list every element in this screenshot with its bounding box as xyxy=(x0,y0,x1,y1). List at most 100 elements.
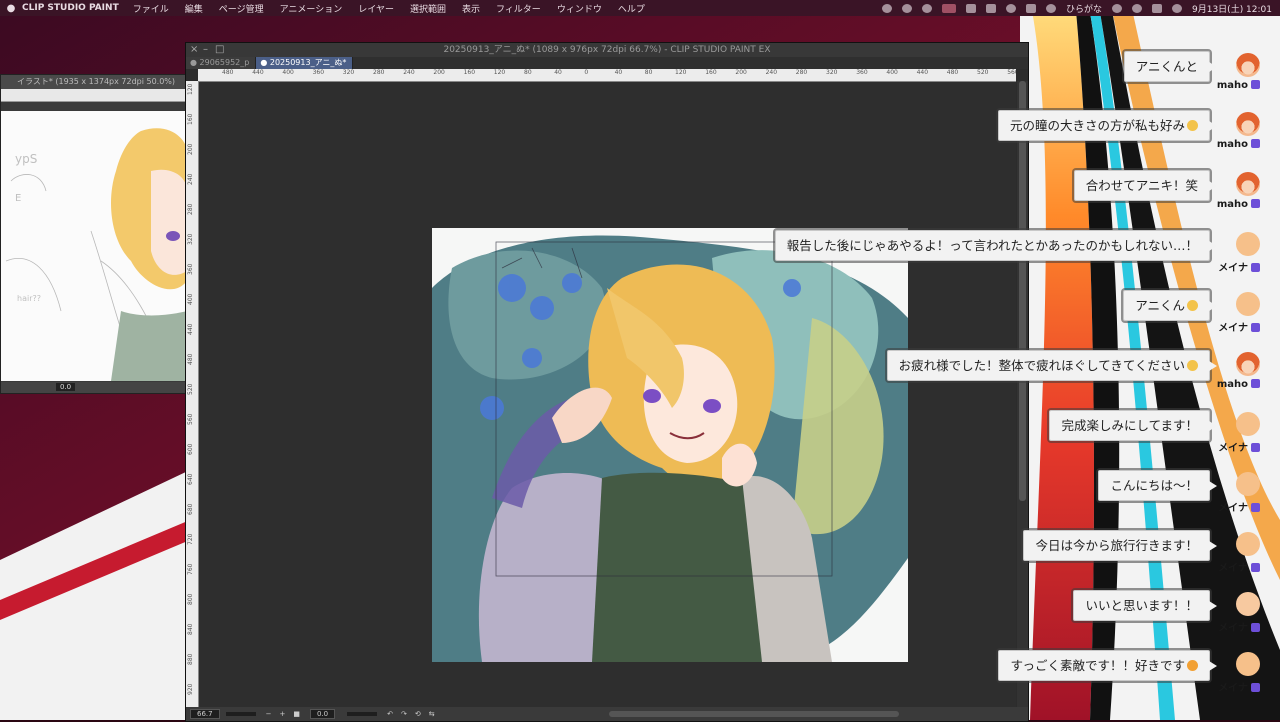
user-avatar[interactable] xyxy=(1236,292,1260,316)
vertical-scroll-thumb[interactable] xyxy=(1019,81,1026,501)
zoom-slider[interactable] xyxy=(225,712,256,716)
fit-icon[interactable]: ■ xyxy=(293,710,300,718)
siri-icon[interactable] xyxy=(1172,3,1182,13)
rotation-input[interactable]: 0.0 xyxy=(309,709,336,719)
member-badge-icon xyxy=(1251,263,1260,272)
maximize-icon[interactable]: □ xyxy=(215,43,224,57)
menu-window[interactable]: ウィンドウ xyxy=(557,2,602,15)
battery-icon[interactable] xyxy=(1025,3,1036,13)
user-avatar[interactable] xyxy=(1236,232,1260,256)
wifi-icon[interactable] xyxy=(1045,3,1056,13)
zoom-input[interactable]: 66.7 xyxy=(190,709,220,719)
zoom-in-icon[interactable]: + xyxy=(279,710,285,718)
ruler-tick-label: 240 xyxy=(187,173,194,185)
search-icon[interactable] xyxy=(1132,3,1142,13)
rotate-left-icon[interactable]: ↶ xyxy=(387,710,393,718)
ruler-tick-label: 0 xyxy=(584,69,589,76)
ruler-tick-label: 600 xyxy=(187,443,194,455)
microphone-icon[interactable] xyxy=(941,3,956,13)
chat-message-bubble: アニくん xyxy=(1123,290,1217,321)
rotation-slider[interactable] xyxy=(347,712,378,716)
tab-document-2[interactable]: ● 20250913_アニ_ぬ* xyxy=(256,57,354,69)
main-window-titlebar[interactable]: × – □ 20250913_アニ_ぬ* (1089 x 976px 72dpi… xyxy=(186,43,1028,57)
headphones-icon[interactable] xyxy=(921,3,932,13)
menu-edit[interactable]: 編集 xyxy=(185,2,203,15)
ruler-tick-label: 240 xyxy=(403,69,415,76)
chat-message-bubble: いいと思います！！ xyxy=(1073,590,1217,621)
user-avatar[interactable] xyxy=(1236,532,1260,556)
video-icon[interactable] xyxy=(985,3,996,13)
vertical-scrollbar[interactable] xyxy=(1017,81,1028,707)
ruler-tick-label: 760 xyxy=(187,563,194,575)
menu-file[interactable]: ファイル xyxy=(133,2,169,15)
user-avatar[interactable] xyxy=(1236,172,1260,196)
clip-studio-icon[interactable] xyxy=(881,3,892,13)
user-avatar[interactable] xyxy=(1236,352,1260,376)
ruler-tick-label: 280 xyxy=(373,69,385,76)
flip-icon[interactable]: ⇆ xyxy=(429,710,435,718)
broadcast-icon[interactable] xyxy=(901,3,912,13)
menu-help[interactable]: ヘルプ xyxy=(618,2,645,15)
chat-message-bubble: アニくんと xyxy=(1123,51,1218,82)
ruler-tick-label: 40 xyxy=(554,69,562,76)
bg-window-canvas[interactable]: ypS E hair?? xyxy=(1,111,187,382)
ruler-tick-label: 320 xyxy=(342,69,355,76)
apple-icon[interactable]: ● xyxy=(0,3,22,14)
clock-icon[interactable] xyxy=(1112,3,1122,13)
menu-view[interactable]: 表示 xyxy=(462,2,480,15)
user-avatar[interactable] xyxy=(1236,412,1260,436)
chat-message-bubble: 今日は今から旅行行きます！ xyxy=(1023,530,1217,561)
tab-document-1[interactable]: ● 29065952_p xyxy=(186,57,257,69)
rotate-right-icon[interactable]: ↷ xyxy=(401,710,407,718)
chat-message-text: 元の瞳の大きさの方が私も好み xyxy=(1009,118,1185,133)
ruler-tick-label: 320 xyxy=(826,69,838,76)
close-icon[interactable]: × xyxy=(190,43,198,57)
chat-username: メイナ xyxy=(1218,619,1260,634)
member-badge-icon xyxy=(1251,80,1260,89)
chat-username: メイナ xyxy=(1218,319,1260,334)
user-avatar[interactable] xyxy=(1236,112,1260,136)
menu-animation[interactable]: アニメーション xyxy=(280,2,343,15)
control-center-icon[interactable] xyxy=(1152,3,1162,13)
horizontal-scrollbar[interactable] xyxy=(608,711,899,717)
status-tray: ひらがな 9月13日(土) 12:01 xyxy=(881,0,1272,16)
chat-message-bubble: 報告した後にじゃあやるよ！って言われたとかあったのかもしれない…！ xyxy=(774,230,1218,261)
ruler-tick-label: 40 xyxy=(614,69,623,76)
member-badge-icon xyxy=(1251,503,1260,512)
ruler-tick-label: 440 xyxy=(916,69,929,76)
member-badge-icon xyxy=(1251,139,1260,148)
ruler-tick-label: 160 xyxy=(463,69,476,76)
play-icon[interactable] xyxy=(1005,3,1016,13)
ruler-tick-label: 160 xyxy=(705,69,717,76)
user-avatar[interactable] xyxy=(1236,652,1260,676)
menu-page[interactable]: ページ管理 xyxy=(219,2,264,15)
app-menu[interactable]: CLIP STUDIO PAINT xyxy=(22,3,119,13)
ruler-tick-label: 520 xyxy=(977,69,989,76)
menu-layer[interactable]: レイヤー xyxy=(358,2,394,15)
bg-sketch-illustration: ypS E hair?? xyxy=(5,128,187,382)
zoom-out-icon[interactable]: − xyxy=(266,710,272,718)
input-mode[interactable]: ひらがな xyxy=(1066,2,1102,15)
menu-selection[interactable]: 選択範囲 xyxy=(410,2,446,15)
bg-window-ruler xyxy=(1,89,187,102)
minimize-icon[interactable]: – xyxy=(203,43,208,57)
bg-angle-value[interactable]: 0.0 xyxy=(56,383,76,391)
ruler-tick-label: 360 xyxy=(312,69,325,76)
reset-rotation-icon[interactable]: ⟲ xyxy=(415,710,421,718)
member-badge-icon xyxy=(1251,323,1260,332)
user-avatar[interactable] xyxy=(1236,472,1260,496)
menubar-datetime[interactable]: 9月13日(土) 12:01 xyxy=(1192,2,1272,15)
ruler-tick-label: 560 xyxy=(1007,69,1016,76)
bg-window-title[interactable]: イラスト* (1935 x 1374px 72dpi 50.0%) xyxy=(1,75,187,89)
smile-emoji-icon xyxy=(1187,120,1198,131)
artwork-canvas[interactable] xyxy=(432,228,908,662)
anime-character-illustration xyxy=(432,228,908,662)
chat-username: maho xyxy=(1217,80,1260,91)
user-avatar[interactable] xyxy=(1236,53,1260,77)
user-avatar[interactable] xyxy=(1236,592,1260,616)
display-icon[interactable] xyxy=(965,3,976,13)
canvas-statusbar: 66.7 − + ■ 0.0 ↶ ↷ ⟲ ⇆ xyxy=(186,707,1028,721)
background-document-window[interactable]: イラスト* (1935 x 1374px 72dpi 50.0%) ypS E … xyxy=(0,74,188,394)
menu-filter[interactable]: フィルター xyxy=(496,2,541,15)
ruler-tick-label: 720 xyxy=(187,533,194,545)
